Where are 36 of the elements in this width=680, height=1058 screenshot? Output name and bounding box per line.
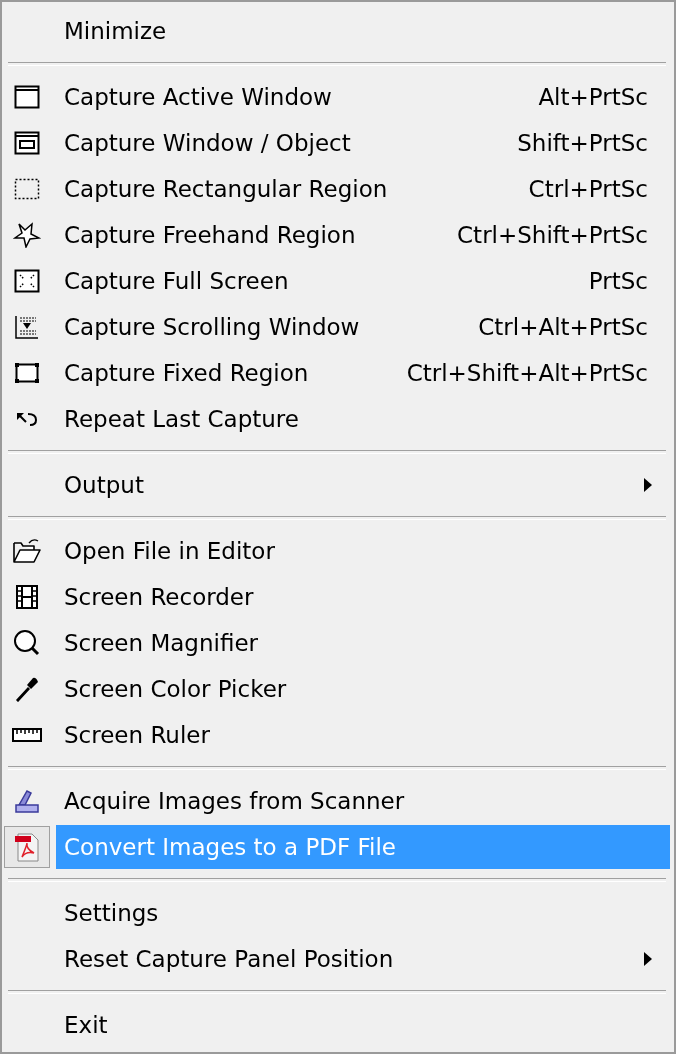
menu-item[interactable]: Capture Scrolling Window Ctrl+Alt+PrtSc bbox=[56, 305, 670, 349]
fixed-region-icon bbox=[14, 361, 40, 385]
menu-item[interactable]: Capture Freehand Region Ctrl+Shift+PrtSc bbox=[56, 213, 670, 257]
menu-item[interactable]: Repeat Last Capture bbox=[56, 397, 670, 441]
menu-item[interactable]: Minimize bbox=[56, 9, 670, 53]
dashed-rectangle-icon bbox=[14, 177, 40, 201]
film-strip-icon bbox=[15, 584, 39, 610]
menu-item[interactable]: Reset Capture Panel Position bbox=[56, 937, 670, 981]
menu-item[interactable]: Capture Full Screen PrtSc bbox=[56, 259, 670, 303]
menu-item[interactable]: Settings bbox=[56, 891, 670, 935]
menu-item[interactable]: Capture Active Window Alt+PrtSc bbox=[56, 75, 670, 119]
pdf-file-icon bbox=[12, 831, 42, 863]
scanner-icon bbox=[13, 787, 41, 815]
repeat-arrow-icon bbox=[14, 410, 40, 428]
menu-item[interactable]: Acquire Images from Scanner bbox=[56, 779, 670, 823]
menu-item[interactable]: Screen Ruler bbox=[56, 713, 670, 757]
scrolling-window-icon bbox=[14, 314, 40, 340]
submenu-arrow-icon bbox=[644, 952, 652, 966]
submenu-arrow-icon bbox=[644, 478, 652, 492]
menu-item[interactable]: Output bbox=[56, 463, 670, 507]
window-object-icon bbox=[14, 131, 40, 155]
star-icon bbox=[13, 222, 41, 248]
menu-item[interactable]: Capture Window / Object Shift+PrtSc bbox=[56, 121, 670, 165]
menu-item[interactable]: Capture Rectangular Region Ctrl+PrtSc bbox=[56, 167, 670, 211]
ruler-icon bbox=[12, 728, 42, 742]
eyedropper-icon bbox=[14, 676, 40, 702]
window-icon bbox=[14, 85, 40, 109]
folder-icon bbox=[12, 538, 42, 564]
menu-item[interactable]: Open File in Editor bbox=[56, 529, 670, 573]
menu-item[interactable]: Screen Magnifier bbox=[56, 621, 670, 665]
full-screen-icon bbox=[14, 269, 40, 293]
magnifier-icon bbox=[13, 629, 41, 657]
menu-item[interactable]: Screen Color Picker bbox=[56, 667, 670, 711]
menu-item[interactable]: Capture Fixed Region Ctrl+Shift+Alt+PrtSc bbox=[56, 351, 670, 395]
menu-item[interactable]: Exit bbox=[56, 1003, 670, 1047]
menu-item[interactable]: Screen Recorder bbox=[56, 575, 670, 619]
